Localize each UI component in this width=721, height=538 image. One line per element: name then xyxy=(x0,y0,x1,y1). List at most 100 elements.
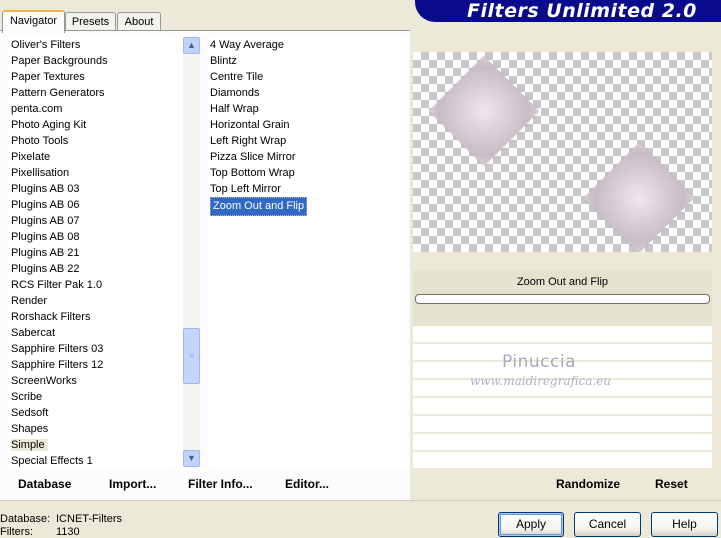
preview-image xyxy=(413,52,712,252)
filter-item-label: Zoom Out and Flip xyxy=(210,197,308,216)
cancel-button[interactable]: Cancel xyxy=(574,512,641,537)
category-item[interactable]: Paper Textures xyxy=(8,69,183,85)
category-item[interactable]: Plugins AB 22 xyxy=(8,261,183,277)
filter-item-label: Left Right Wrap xyxy=(210,135,287,147)
bottom-divider xyxy=(0,500,721,501)
parameters-area xyxy=(413,326,712,468)
filter-list[interactable]: 4 Way Average Blintz Centre Tile Diamonds Ha… xyxy=(207,37,407,467)
import-button[interactable]: Import... xyxy=(109,477,156,491)
category-item[interactable]: Sedsoft xyxy=(8,405,183,421)
grip-icon: ≡ xyxy=(189,351,194,360)
category-item-label: Plugins AB 22 xyxy=(11,263,80,275)
category-item[interactable]: Render xyxy=(8,293,183,309)
category-item-label: Sapphire Filters 03 xyxy=(11,343,104,355)
category-item-label: Simple xyxy=(11,439,48,451)
category-list[interactable]: Oliver's Filters Paper Backgrounds Paper T… xyxy=(8,37,183,467)
category-item[interactable]: Plugins AB 21 xyxy=(8,245,183,261)
category-item[interactable]: Plugins AB 06 xyxy=(8,197,183,213)
filter-item-label: Top Bottom Wrap xyxy=(210,167,295,179)
category-item-label: Rorshack Filters xyxy=(11,311,91,323)
tab-about[interactable]: About xyxy=(117,12,161,31)
filter-item-label: 4 Way Average xyxy=(210,39,284,51)
reset-button[interactable]: Reset xyxy=(655,477,688,491)
filter-item[interactable]: Top Bottom Wrap xyxy=(207,165,407,181)
category-item-label: Scribe xyxy=(11,391,43,403)
category-item[interactable]: Rorshack Filters xyxy=(8,309,183,325)
category-item-label: Special Effects 1 xyxy=(11,455,93,467)
filter-item[interactable]: Left Right Wrap xyxy=(207,133,407,149)
category-item-label: Shapes xyxy=(11,423,49,435)
filter-item[interactable]: Half Wrap xyxy=(207,101,407,117)
scroll-up-button[interactable]: ▲ xyxy=(183,37,200,54)
help-button[interactable]: Help xyxy=(651,512,718,537)
category-item[interactable]: Paper Backgrounds xyxy=(8,53,183,69)
chevron-down-icon: ▼ xyxy=(187,453,196,463)
filter-item[interactable]: Pizza Slice Mirror xyxy=(207,149,407,165)
filters-label: Filters: xyxy=(0,526,33,538)
filter-info-button[interactable]: Filter Info... xyxy=(188,477,253,491)
category-item[interactable]: Simple xyxy=(8,437,183,453)
filter-item[interactable]: 4 Way Average xyxy=(207,37,407,53)
filter-item[interactable]: Centre Tile xyxy=(207,69,407,85)
database-button[interactable]: Database xyxy=(18,477,71,491)
progress-bar xyxy=(415,294,710,304)
category-item-label: Plugins AB 08 xyxy=(11,231,80,243)
apply-button[interactable]: Apply xyxy=(498,512,564,537)
category-item-label: Plugins AB 21 xyxy=(11,247,80,259)
category-item[interactable]: Sapphire Filters 12 xyxy=(8,357,183,373)
category-item-label: Sabercat xyxy=(11,327,56,339)
category-scrollbar[interactable]: ▲ ≡ ▼ xyxy=(183,37,200,467)
category-item[interactable]: ScreenWorks xyxy=(8,373,183,389)
filters-count: 1130 xyxy=(56,526,80,538)
category-item[interactable]: Pattern Generators xyxy=(8,85,183,101)
category-item[interactable]: Plugins AB 08 xyxy=(8,229,183,245)
filter-item[interactable]: Top Left Mirror xyxy=(207,181,407,197)
filter-item[interactable]: Blintz xyxy=(207,53,407,69)
filter-item-label: Diamonds xyxy=(210,87,260,99)
editor-button[interactable]: Editor... xyxy=(285,477,329,491)
category-item-label: Plugins AB 07 xyxy=(11,215,80,227)
category-item-label: penta.com xyxy=(11,103,63,115)
filter-name-area: Zoom Out and Flip xyxy=(413,270,712,326)
tab-presets[interactable]: Presets xyxy=(65,12,116,31)
category-item[interactable]: Special Effects 1 xyxy=(8,453,183,467)
app-title-banner: Filters Unlimited 2.0 xyxy=(415,0,721,22)
filter-item[interactable]: Horizontal Grain xyxy=(207,117,407,133)
scroll-down-button[interactable]: ▼ xyxy=(183,450,200,467)
category-item[interactable]: RCS Filter Pak 1.0 xyxy=(8,277,183,293)
category-item[interactable]: Oliver's Filters xyxy=(8,37,183,53)
category-item[interactable]: Plugins AB 03 xyxy=(8,181,183,197)
scroll-thumb[interactable]: ≡ xyxy=(183,328,200,384)
preview-diamond-top xyxy=(428,55,540,167)
chevron-up-icon: ▲ xyxy=(187,40,196,50)
watermark-url: www.maidiregrafica.eu xyxy=(470,374,612,388)
randomize-button[interactable]: Randomize xyxy=(556,477,620,491)
category-item[interactable]: Photo Tools xyxy=(8,133,183,149)
category-item-label: RCS Filter Pak 1.0 xyxy=(11,279,103,291)
category-item[interactable]: Shapes xyxy=(8,421,183,437)
category-item[interactable]: Pixellisation xyxy=(8,165,183,181)
category-item-label: Plugins AB 03 xyxy=(11,183,80,195)
database-value: ICNET-Filters xyxy=(56,513,122,525)
filter-item-label: Pizza Slice Mirror xyxy=(210,151,296,163)
filter-item[interactable]: Diamonds xyxy=(207,85,407,101)
category-item[interactable]: Photo Aging Kit xyxy=(8,117,183,133)
category-item[interactable]: Plugins AB 07 xyxy=(8,213,183,229)
category-item-label: Render xyxy=(11,295,48,307)
category-item-label: Pattern Generators xyxy=(11,87,105,99)
category-item[interactable]: Sabercat xyxy=(8,325,183,341)
category-item[interactable]: Pixelate xyxy=(8,149,183,165)
category-item[interactable]: penta.com xyxy=(8,101,183,117)
category-item-label: Paper Textures xyxy=(11,71,85,83)
filter-item-label: Horizontal Grain xyxy=(210,119,290,131)
filter-item[interactable]: Zoom Out and Flip xyxy=(207,197,407,216)
current-filter-name: Zoom Out and Flip xyxy=(516,276,609,288)
category-item-label: Oliver's Filters xyxy=(11,39,81,51)
category-item[interactable]: Scribe xyxy=(8,389,183,405)
filter-item-label: Half Wrap xyxy=(210,103,259,115)
tab-navigator[interactable]: Navigator xyxy=(2,10,65,33)
category-item[interactable]: Sapphire Filters 03 xyxy=(8,341,183,357)
category-item-label: Photo Tools xyxy=(11,135,69,147)
category-item-label: Plugins AB 06 xyxy=(11,199,80,211)
filter-item-label: Top Left Mirror xyxy=(210,183,281,195)
